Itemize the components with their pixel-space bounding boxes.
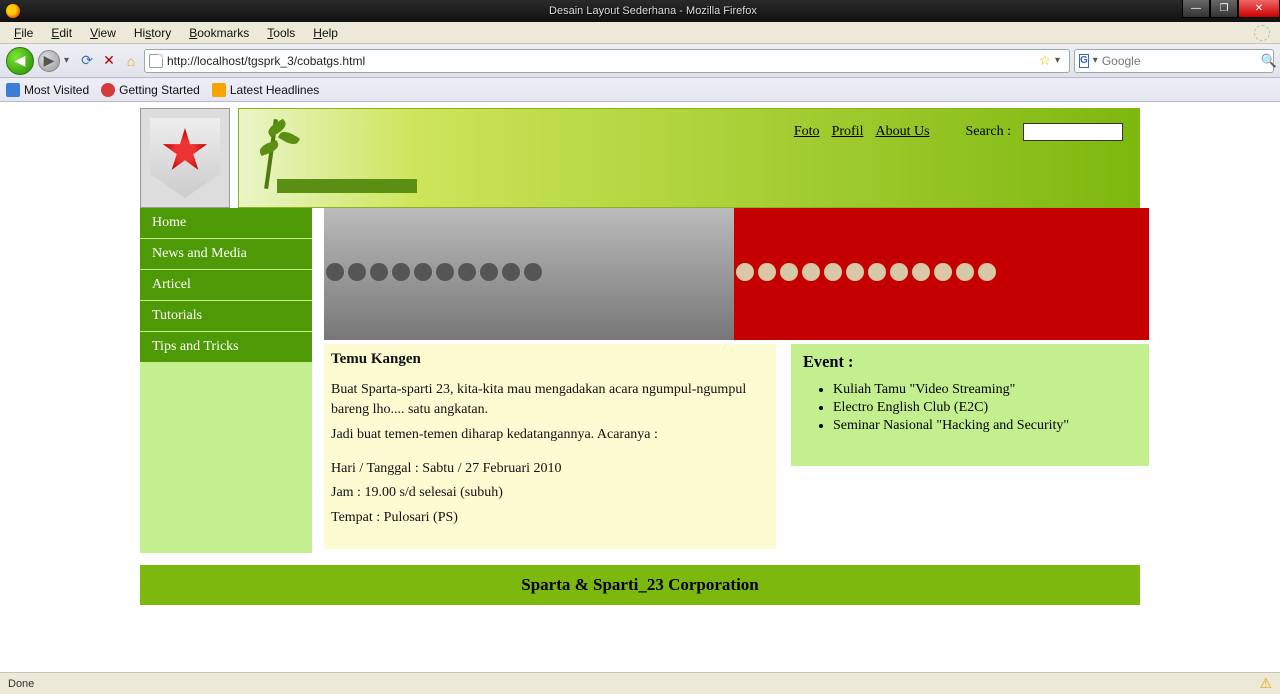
bookmark-most-visited[interactable]: Most Visited [6,83,89,97]
events-title: Event : [803,352,1137,372]
engine-dropdown-icon[interactable]: ▾ [1093,55,1098,66]
site-logo [140,108,230,208]
menu-file[interactable]: File [6,24,41,42]
link-profil[interactable]: Profil [832,124,864,140]
forward-button[interactable]: ▶ [38,50,60,72]
group-photo-red [734,208,1149,340]
url-input[interactable] [167,54,1034,68]
search-input[interactable] [1102,54,1257,68]
back-button[interactable]: ◀ [6,47,34,75]
home-button[interactable]: ⌂ [122,52,140,70]
event-item: Electro English Club (E2C) [833,400,1137,416]
minimize-button[interactable]: — [1182,0,1210,18]
bookmark-label: Getting Started [119,83,200,97]
reload-button[interactable]: ⟳ [78,52,96,70]
getting-started-icon [101,83,115,97]
nav-news[interactable]: News and Media [140,239,312,270]
stop-button[interactable]: ✕ [100,52,118,70]
event-item: Kuliah Tamu "Video Streaming" [833,382,1137,398]
warning-icon[interactable]: ⚠ [1259,675,1272,692]
nav-articel[interactable]: Articel [140,270,312,301]
link-foto[interactable]: Foto [794,124,820,140]
photo-strip [324,208,1149,340]
bookmark-label: Latest Headlines [230,83,319,97]
nav-tutorials[interactable]: Tutorials [140,301,312,332]
shield-icon [150,118,220,198]
close-button[interactable]: ✕ [1238,0,1280,18]
site-search-input[interactable] [1023,123,1123,141]
event-item: Seminar Nasional "Hacking and Security" [833,418,1137,434]
search-go-icon[interactable]: 🔍 [1261,53,1277,69]
article-p2: Jadi buat temen-temen diharap kedatangan… [331,425,765,445]
article-place: Tempat : Pulosari (PS) [331,508,765,528]
status-text: Done [8,678,34,690]
menu-bar: File Edit View History Bookmarks Tools H… [0,22,1280,44]
firefox-icon [6,4,20,18]
window-title: Desain Layout Sederhana - Mozilla Firefo… [26,5,1280,17]
menu-history[interactable]: History [126,24,179,42]
article-p1: Buat Sparta-sparti 23, kita-kita mau men… [331,380,765,421]
site-search-label: Search : [966,124,1011,140]
bookmark-getting-started[interactable]: Getting Started [101,83,200,97]
url-history-dropdown-icon[interactable]: ▾ [1055,55,1065,66]
status-bar: Done ⚠ [0,672,1280,694]
nav-home[interactable]: Home [140,208,312,239]
navigation-toolbar: ◀ ▶ ▾ ⟳ ✕ ⌂ ☆ ▾ G ▾ 🔍 [0,44,1280,78]
page-container: Foto Profil About Us Search : Home News … [140,108,1140,605]
branch-graphic-icon [249,115,409,203]
footer-text: Sparta & Sparti_23 Corporation [521,575,759,595]
article-date: Hari / Tanggal : Sabtu / 27 Februari 201… [331,459,765,479]
most-visited-icon [6,83,20,97]
bookmark-latest-headlines[interactable]: Latest Headlines [212,83,319,97]
header-banner: Foto Profil About Us Search : [238,108,1140,208]
group-photo-bw [324,208,734,340]
window-titlebar: Desain Layout Sederhana - Mozilla Firefo… [0,0,1280,22]
sidebar-spacer [140,363,312,553]
bookmark-star-icon[interactable]: ☆ [1038,52,1051,69]
rss-icon [212,83,226,97]
article-time: Jam : 19.00 s/d selesai (subuh) [331,483,765,503]
nav-tips[interactable]: Tips and Tricks [140,332,312,363]
menu-edit[interactable]: Edit [43,24,80,42]
activity-throbber-icon [1254,25,1270,41]
article-title: Temu Kangen [331,351,765,368]
search-box[interactable]: G ▾ 🔍 [1074,49,1274,73]
menu-tools[interactable]: Tools [259,24,303,42]
menu-help[interactable]: Help [305,24,346,42]
menu-view[interactable]: View [82,24,124,42]
page-favicon-icon [149,54,163,68]
events-box: Event : Kuliah Tamu "Video Streaming" El… [791,344,1149,466]
browser-viewport: Foto Profil About Us Search : Home News … [0,102,1280,605]
menu-bookmarks[interactable]: Bookmarks [181,24,257,42]
url-bar[interactable]: ☆ ▾ [144,49,1070,73]
google-engine-icon[interactable]: G [1079,54,1089,68]
bookmarks-toolbar: Most Visited Getting Started Latest Head… [0,78,1280,102]
maximize-button[interactable]: ❐ [1210,0,1238,18]
sidebar-nav: Home News and Media Articel Tutorials Ti… [140,208,312,553]
history-dropdown-icon[interactable]: ▾ [64,55,74,66]
link-about[interactable]: About Us [875,124,929,140]
bookmark-label: Most Visited [24,83,89,97]
main-article: Temu Kangen Buat Sparta-sparti 23, kita-… [324,344,776,549]
page-footer: Sparta & Sparti_23 Corporation [140,565,1140,605]
